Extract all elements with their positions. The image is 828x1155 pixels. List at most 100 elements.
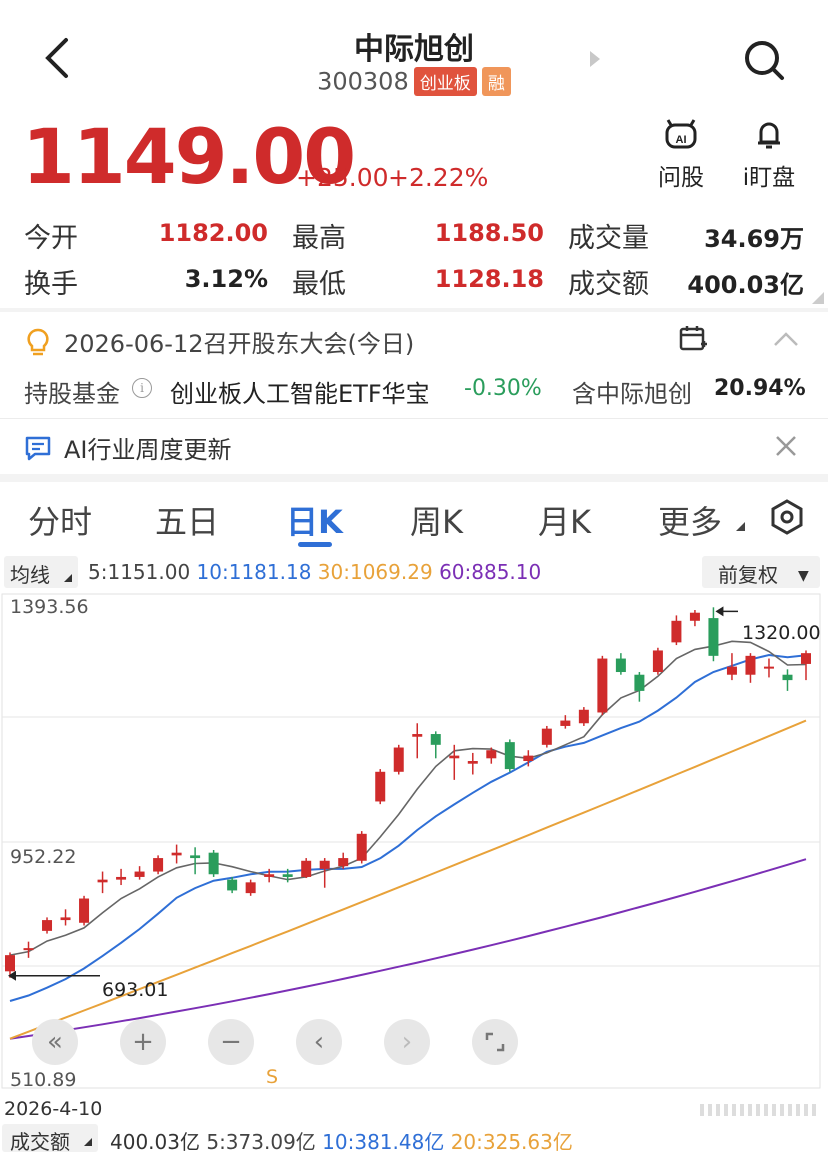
tab-intraday[interactable]: 分时: [28, 497, 92, 543]
vol-selector[interactable]: 成交额: [2, 1124, 98, 1154]
amount-label: 成交额: [568, 269, 649, 300]
y-tick-top: 1393.56: [10, 596, 89, 618]
kline-chart[interactable]: [0, 592, 828, 1092]
section-divider: [0, 308, 828, 312]
search-button[interactable]: [742, 38, 786, 86]
dropdown-icon: [84, 1138, 92, 1146]
open-value: 1182.00: [158, 219, 268, 247]
candle-body: [375, 771, 386, 802]
fullscreen-button[interactable]: [472, 1019, 518, 1065]
candle-body: [449, 755, 460, 759]
candle-body: [227, 879, 238, 891]
candle-body: [356, 833, 367, 861]
fund-change: -0.30%: [464, 376, 542, 401]
candle-body: [634, 674, 645, 691]
ma60-line: [9, 858, 807, 1040]
watch-button[interactable]: i盯盘: [736, 118, 802, 192]
ma30-value: 30:1069.29: [317, 560, 433, 584]
close-banner-button[interactable]: [774, 434, 798, 462]
adjust-selector[interactable]: 前复权 ▼: [702, 556, 820, 588]
fund-row[interactable]: 持股基金 i 创业板人工智能ETF华宝 -0.30% 含中际旭创 20.94%: [24, 374, 814, 408]
candle-body: [467, 761, 478, 764]
ma10-value: 10:1181.18: [196, 560, 312, 584]
candle-body: [301, 860, 312, 877]
adjust-label: 前复权: [718, 563, 778, 587]
chevron-right-icon: ›: [401, 1027, 413, 1057]
vol-ma10: 10:381.48亿: [322, 1130, 445, 1154]
candle-body: [171, 852, 182, 856]
rewind-button[interactable]: «: [32, 1019, 78, 1065]
meeting-text: 2026-06-12召开股东大会(今日): [64, 330, 415, 358]
candle-body: [523, 755, 534, 762]
turnover-value: 3.12%: [184, 265, 268, 293]
candle-body: [282, 874, 293, 877]
ai-robot-icon: AI: [665, 119, 697, 149]
candle-body: [541, 728, 552, 745]
section-divider: [0, 474, 828, 482]
candle-body: [338, 858, 349, 867]
ask-stock-button[interactable]: AI 问股: [652, 118, 710, 192]
info-icon[interactable]: i: [132, 378, 152, 398]
ma5-value: 5:1151.00: [88, 560, 191, 584]
collapse-button[interactable]: [772, 330, 800, 352]
fund-name: 创业板人工智能ETF华宝: [170, 380, 430, 408]
price-change: +25.00: [296, 163, 389, 192]
svg-text:AI: AI: [676, 134, 687, 146]
vol-ma20: 20:325.63亿: [450, 1130, 573, 1154]
holding-pct: 20.94%: [714, 376, 806, 401]
ma-selector[interactable]: 均线: [4, 556, 78, 588]
ma10-line: [9, 653, 807, 1002]
candle-body: [652, 650, 663, 673]
next-button[interactable]: ›: [384, 1019, 430, 1065]
ma-selector-label: 均线: [10, 563, 50, 587]
meeting-notice[interactable]: 2026-06-12召开股东大会(今日): [24, 324, 414, 359]
board-tag: 创业板: [413, 67, 477, 96]
expand-corner-icon[interactable]: [812, 292, 824, 304]
zoom-in-button[interactable]: +: [120, 1019, 166, 1065]
candle-body: [97, 879, 108, 883]
candle-body: [116, 876, 127, 880]
candle-body: [134, 871, 145, 877]
chart-settings-button[interactable]: [768, 498, 806, 540]
candle-body: [486, 750, 497, 759]
fullscreen-icon: [485, 1032, 505, 1052]
scrollbar[interactable]: [700, 1104, 818, 1116]
zoom-out-button[interactable]: −: [208, 1019, 254, 1065]
ai-update-banner[interactable]: AI行业周度更新: [24, 430, 232, 465]
volume-label: 成交量: [568, 223, 649, 254]
high-marker-label: 1320.00: [742, 622, 821, 644]
tab-more[interactable]: 更多: [658, 497, 722, 543]
start-date: 2026-4-10: [4, 1098, 103, 1120]
prev-button[interactable]: ‹: [296, 1019, 342, 1065]
stock-title: 中际旭创: [354, 32, 474, 67]
next-stock-arrow[interactable]: [588, 50, 602, 72]
candle-body: [319, 860, 330, 869]
low-marker-arrow: [8, 970, 16, 981]
low-marker-label: 693.01: [102, 979, 169, 1001]
candle-body: [578, 709, 589, 724]
tab-weekly-k[interactable]: 周K: [410, 497, 463, 543]
tab-five-day[interactable]: 五日: [155, 497, 219, 543]
calendar-add-button[interactable]: [678, 324, 708, 358]
dropdown-icon: [64, 574, 72, 582]
triangle-right-icon: [590, 51, 600, 67]
calendar-add-icon: [679, 326, 707, 351]
candle-body: [689, 612, 700, 621]
candle-body: [23, 948, 34, 951]
turnover-label: 换手: [24, 269, 78, 300]
candle-body: [153, 858, 164, 872]
margin-tag: 融: [481, 67, 511, 96]
ai-update-text: AI行业周度更新: [64, 436, 232, 464]
chevron-left-icon: ‹: [313, 1027, 325, 1057]
candle-body: [801, 653, 811, 664]
tab-monthly-k[interactable]: 月K: [538, 497, 591, 543]
candle-body: [245, 882, 256, 894]
candle-body: [412, 734, 423, 737]
double-chevron-left-icon: «: [47, 1027, 63, 1057]
dropdown-icon: ▼: [798, 568, 809, 584]
candle-body: [726, 666, 737, 675]
hexagon-settings-icon: [771, 499, 803, 535]
stock-code-row: 300308 创业板 融: [0, 67, 828, 96]
ask-stock-label: 问股: [658, 165, 704, 191]
tab-daily-k[interactable]: 日K: [286, 497, 343, 543]
